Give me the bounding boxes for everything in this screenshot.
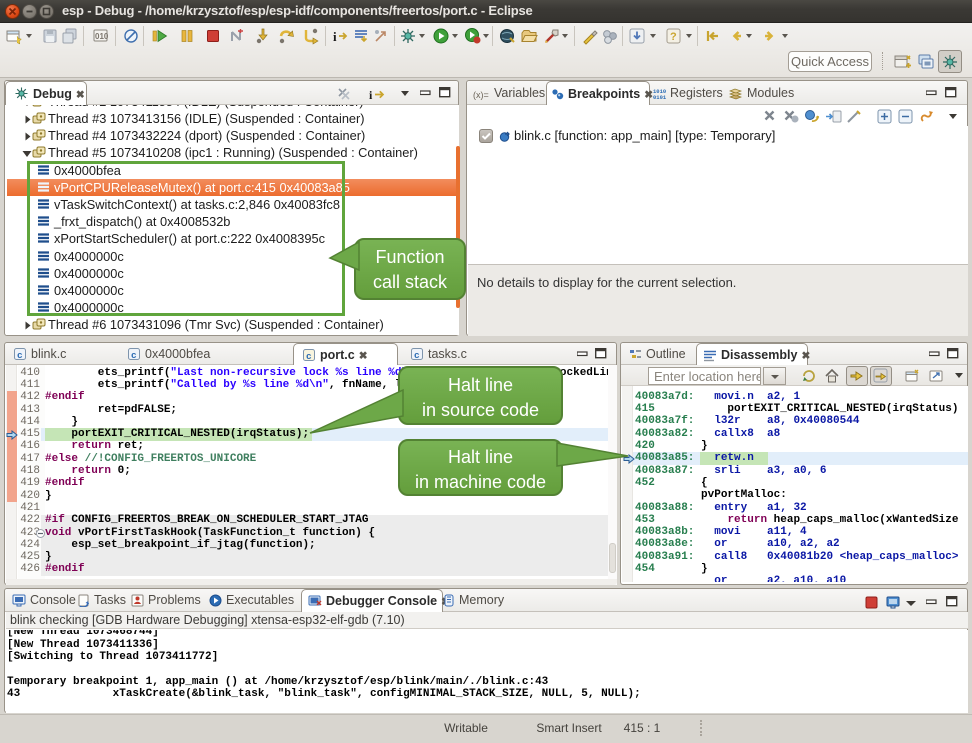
svg-text:i: i <box>333 29 337 44</box>
svg-text:0101: 0101 <box>653 94 666 100</box>
svg-text:c: c <box>306 351 312 362</box>
svg-text:(x)=: (x)= <box>473 90 489 100</box>
svg-text:c: c <box>414 350 420 361</box>
svg-text:c: c <box>17 350 23 361</box>
svg-text:?: ? <box>670 31 677 43</box>
svg-text:010: 010 <box>95 32 109 41</box>
svg-text:c: c <box>131 350 137 361</box>
svg-text:i: i <box>369 88 373 102</box>
